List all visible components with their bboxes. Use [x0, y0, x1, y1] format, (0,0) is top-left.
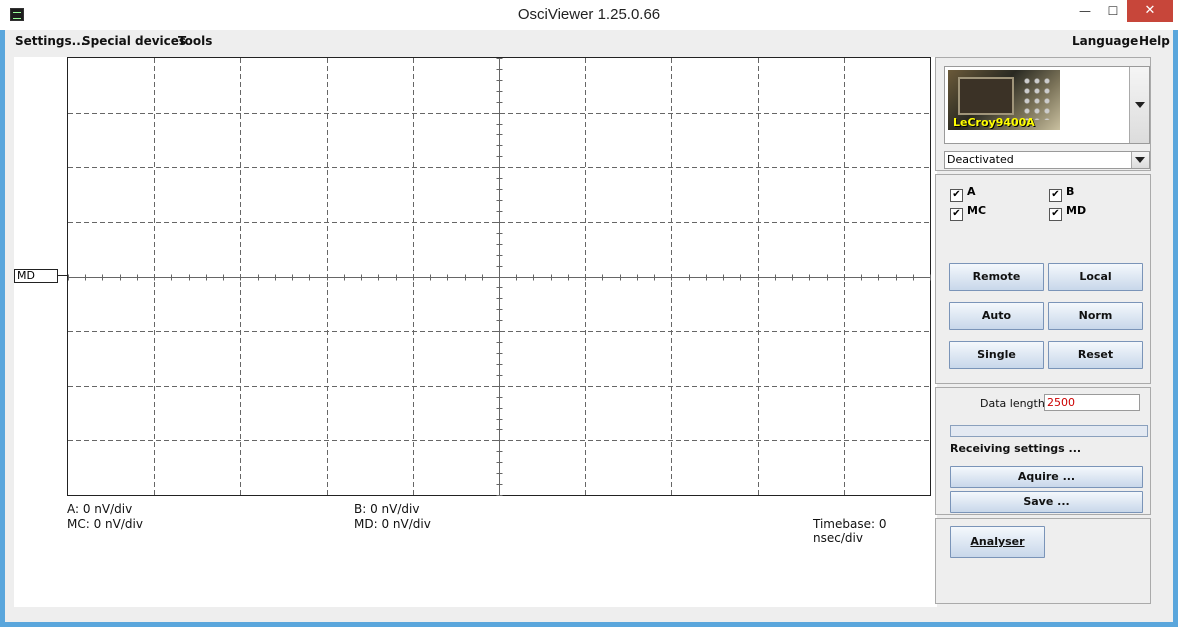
oscilloscope-display[interactable] — [67, 57, 931, 496]
scope-grid — [68, 58, 931, 496]
acquisition-section: Data length: 2500 Receiving settings ...… — [935, 387, 1151, 515]
analyser-button[interactable]: Analyser — [950, 526, 1045, 558]
channel-marker[interactable]: MD — [14, 269, 58, 283]
checkbox-label: A — [967, 185, 976, 198]
device-status-value: Deactivated — [947, 153, 1014, 166]
checkbox-channel-b[interactable]: ✔ B — [1049, 185, 1074, 202]
checkbox-channel-a[interactable]: ✔ A — [950, 185, 976, 202]
aquire-button[interactable]: Aquire ... — [950, 466, 1143, 488]
acquisition-status: Receiving settings ... — [950, 442, 1082, 455]
check-icon: ✔ — [950, 208, 963, 221]
device-selector[interactable]: LeCroy9400A — [944, 66, 1150, 144]
chevron-down-icon — [1135, 102, 1145, 108]
channel-a-scale: A: 0 nV/div — [67, 502, 133, 516]
acquisition-progress-bar — [950, 425, 1148, 437]
checkbox-channel-md[interactable]: ✔ MD — [1049, 204, 1086, 221]
menu-settings[interactable]: Settings... — [15, 34, 85, 48]
window-title: OsciViewer 1.25.0.66 — [517, 6, 661, 23]
channel-b-scale: B: 0 nV/div — [354, 502, 420, 516]
channel-mc-scale: MC: 0 nV/div — [67, 517, 143, 531]
main-window: OsciViewer 1.25.0.66 — ☐ ✕ Settings... S… — [0, 0, 1178, 627]
device-section: LeCroy9400A Deactivated — [935, 57, 1151, 171]
menu-help[interactable]: Help — [1139, 34, 1170, 48]
content-area: MD A: 0 nV/div B: 0 nV/div MC: 0 nV/div … — [5, 51, 1173, 622]
check-icon: ✔ — [1049, 208, 1062, 221]
menu-tools[interactable]: Tools — [178, 34, 212, 48]
window-border-left — [0, 30, 5, 627]
plot-panel: MD A: 0 nV/div B: 0 nV/div MC: 0 nV/div … — [14, 57, 937, 607]
channel-md-scale: MD: 0 nV/div — [354, 517, 431, 531]
maximize-button[interactable]: ☐ — [1098, 0, 1128, 22]
window-border-bottom — [0, 622, 1178, 627]
title-bar: OsciViewer 1.25.0.66 — ☐ ✕ — [0, 0, 1178, 30]
device-dropdown-button[interactable] — [1129, 67, 1149, 143]
device-status-select[interactable]: Deactivated — [944, 151, 1150, 169]
local-button[interactable]: Local — [1048, 263, 1143, 291]
minimize-button[interactable]: — — [1070, 0, 1100, 22]
menu-bar: Settings... Special devices Tools Langua… — [5, 30, 1173, 51]
reset-button[interactable]: Reset — [1048, 341, 1143, 369]
check-icon: ✔ — [950, 189, 963, 202]
device-screen-graphic — [958, 77, 1014, 115]
check-icon: ✔ — [1049, 189, 1062, 202]
device-knobs-graphic — [1022, 76, 1054, 120]
status-dropdown-button[interactable] — [1131, 152, 1149, 168]
checkbox-label: B — [1066, 185, 1075, 198]
window-border-right — [1173, 30, 1178, 627]
norm-button[interactable]: Norm — [1048, 302, 1143, 330]
data-length-input[interactable]: 2500 — [1044, 394, 1140, 411]
marker-connector — [58, 275, 67, 276]
checkbox-label: MD — [1066, 204, 1087, 217]
analyser-section: Analyser — [935, 518, 1151, 604]
channels-section: ✔ A ✔ B ✔ MC ✔ MD Remote Local Auto Norm Sin… — [935, 174, 1151, 384]
remote-button[interactable]: Remote — [949, 263, 1044, 291]
auto-button[interactable]: Auto — [949, 302, 1044, 330]
timebase-label: Timebase: 0 nsec/div — [813, 517, 887, 545]
data-length-label: Data length: — [980, 397, 1049, 410]
save-button[interactable]: Save ... — [950, 491, 1143, 513]
device-name-label: LeCroy9400A — [953, 116, 1035, 129]
control-panel: LeCroy9400A Deactivated ✔ A ✔ B ✔ MC ✔ M… — [935, 57, 1153, 607]
menu-language[interactable]: Language — [1072, 34, 1138, 48]
chevron-down-icon — [1135, 157, 1145, 163]
menu-special-devices[interactable]: Special devices — [82, 34, 186, 48]
checkbox-label: MC — [967, 204, 987, 217]
checkbox-channel-mc[interactable]: ✔ MC — [950, 204, 986, 221]
device-image: LeCroy9400A — [948, 70, 1060, 130]
single-button[interactable]: Single — [949, 341, 1044, 369]
close-button[interactable]: ✕ — [1127, 0, 1173, 22]
